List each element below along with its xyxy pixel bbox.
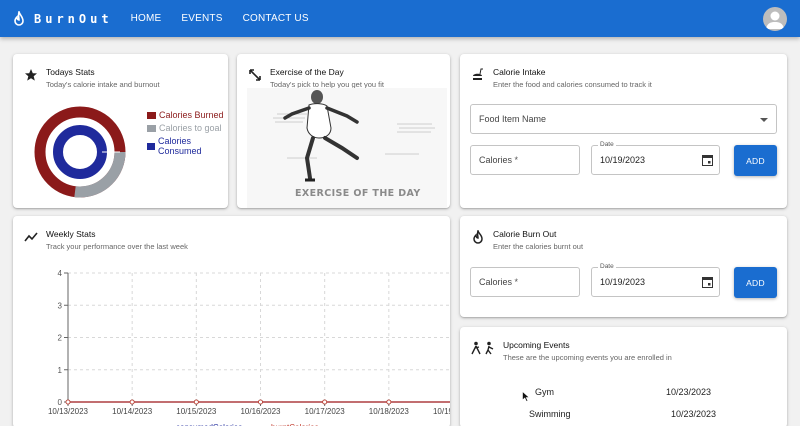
calories-placeholder: Calories * bbox=[479, 155, 519, 165]
burn-date-input[interactable]: Date 10/19/2023 bbox=[591, 263, 720, 297]
brand-name: BurnOut bbox=[34, 11, 113, 26]
y-tick-label: 3 bbox=[58, 301, 63, 310]
intake-date-input[interactable]: Date 10/19/2023 bbox=[591, 141, 720, 175]
burn-calories-input[interactable]: Calories * bbox=[470, 267, 580, 297]
card-subtitle: Today's calorie intake and burnout bbox=[46, 80, 160, 89]
data-point-burntCalories bbox=[129, 399, 135, 405]
flame-logo-icon bbox=[14, 10, 24, 26]
data-point-burntCalories bbox=[322, 399, 328, 405]
data-point-burntCalories bbox=[386, 399, 392, 405]
calorie-burn-card: Calorie Burn Out Enter the calories burn… bbox=[460, 216, 787, 317]
card-title: Calorie Burn Out bbox=[493, 229, 557, 239]
legend-label: Calories Burned bbox=[159, 110, 224, 120]
weekly-stats-card: Weekly Stats Track your performance over… bbox=[13, 216, 450, 426]
sports-martial-arts-icon bbox=[471, 341, 494, 355]
y-tick-label: 0 bbox=[58, 398, 63, 407]
dropdown-arrow-icon bbox=[760, 118, 768, 122]
legend-item-consumed[interactable]: Calories Consumed bbox=[147, 136, 228, 156]
y-tick-label: 1 bbox=[58, 366, 63, 375]
x-tick-label: 10/16/2023 bbox=[240, 407, 281, 416]
intake-calories-input[interactable]: Calories * bbox=[470, 145, 580, 175]
y-tick-label: 2 bbox=[58, 334, 63, 343]
star-icon bbox=[25, 69, 37, 81]
legend-label: Calories to goal bbox=[159, 123, 222, 133]
card-subtitle: These are the upcoming events you are en… bbox=[503, 353, 672, 362]
nav-contact-us[interactable]: CONTACT US bbox=[243, 13, 309, 24]
date-label: Date bbox=[598, 263, 616, 270]
card-subtitle: Enter the food and calories consumed to … bbox=[493, 80, 652, 89]
x-tick-label: 10/17/2023 bbox=[305, 407, 346, 416]
todays-stats-card: Todays Stats Today's calorie intake and … bbox=[13, 54, 228, 208]
event-row[interactable]: Gym 10/23/2023 bbox=[460, 387, 787, 401]
exercise-image: EXERCISE OF THE DAY bbox=[247, 88, 447, 208]
x-tick-label: 10/19/2023 bbox=[433, 407, 450, 416]
lunge-figure-icon bbox=[273, 90, 435, 182]
y-tick-label: 4 bbox=[58, 269, 63, 278]
app-bar: BurnOut HOME EVENTS CONTACT US bbox=[0, 0, 800, 37]
food-item-placeholder: Food Item Name bbox=[479, 114, 547, 124]
food-item-select[interactable]: Food Item Name bbox=[470, 104, 777, 134]
x-tick-label: 10/15/2023 bbox=[176, 407, 217, 416]
x-tick-label: 10/18/2023 bbox=[369, 407, 410, 416]
event-date: 10/23/2023 bbox=[666, 387, 712, 397]
legend-label: Calories Consumed bbox=[157, 136, 202, 156]
legend-swatch bbox=[147, 124, 156, 132]
calories-placeholder: Calories * bbox=[479, 277, 519, 287]
calendar-icon[interactable] bbox=[702, 276, 713, 288]
legend-item-burned[interactable]: Calories Burned bbox=[147, 110, 228, 120]
data-point-burntCalories bbox=[65, 399, 71, 405]
event-row[interactable]: Swimming 10/23/2023 bbox=[460, 409, 787, 423]
flame-icon bbox=[473, 230, 483, 244]
expand-arrows-icon bbox=[249, 69, 261, 81]
event-name: Swimming bbox=[529, 409, 571, 419]
nav-events[interactable]: EVENTS bbox=[181, 13, 222, 24]
calorie-donut-chart bbox=[34, 106, 126, 198]
weekly-line-chart: 0 1 2 3 4 10/13/2023 10/14/2023 10/15/2023 10/16… bbox=[48, 269, 450, 426]
date-value: 10/19/2023 bbox=[600, 277, 646, 287]
legend-swatch bbox=[147, 111, 156, 119]
brand[interactable]: BurnOut bbox=[12, 10, 113, 27]
event-date: 10/23/2023 bbox=[671, 409, 717, 419]
card-title: Exercise of the Day bbox=[270, 67, 344, 77]
calendar-icon[interactable] bbox=[702, 154, 713, 166]
exercise-card: Exercise of the Day Today's pick to help… bbox=[237, 54, 450, 208]
card-subtitle: Enter the calories burnt out bbox=[493, 242, 584, 251]
nav-home[interactable]: HOME bbox=[131, 13, 162, 24]
date-label: Date bbox=[598, 141, 616, 148]
legend-item-goal[interactable]: Calories to goal bbox=[147, 123, 228, 133]
date-value: 10/19/2023 bbox=[600, 155, 646, 165]
fastfood-icon bbox=[473, 68, 483, 80]
x-tick-label: 10/13/2023 bbox=[48, 407, 89, 416]
x-tick-label: 10/14/2023 bbox=[112, 407, 153, 416]
main-nav: HOME EVENTS CONTACT US bbox=[131, 13, 329, 24]
user-avatar[interactable] bbox=[763, 7, 787, 31]
upcoming-events-card: Upcoming Events These are the upcoming e… bbox=[460, 327, 787, 426]
person-icon bbox=[766, 11, 784, 29]
card-title: Calorie Intake bbox=[493, 67, 546, 77]
exercise-caption: EXERCISE OF THE DAY bbox=[295, 188, 421, 199]
event-name: Gym bbox=[535, 387, 554, 397]
add-intake-button[interactable]: ADD bbox=[734, 145, 777, 176]
legend-swatch bbox=[147, 142, 155, 150]
mouse-cursor-icon bbox=[522, 391, 530, 402]
card-title: Todays Stats bbox=[46, 67, 95, 77]
card-title: Upcoming Events bbox=[503, 340, 570, 350]
add-burn-button[interactable]: ADD bbox=[734, 267, 777, 298]
data-point-burntCalories bbox=[193, 399, 199, 405]
donut-legend: Calories Burned Calories to goal Calorie… bbox=[147, 110, 228, 159]
calorie-intake-card: Calorie Intake Enter the food and calori… bbox=[460, 54, 787, 208]
data-point-burntCalories bbox=[258, 399, 263, 405]
calories-consumed-ring bbox=[53, 125, 107, 179]
